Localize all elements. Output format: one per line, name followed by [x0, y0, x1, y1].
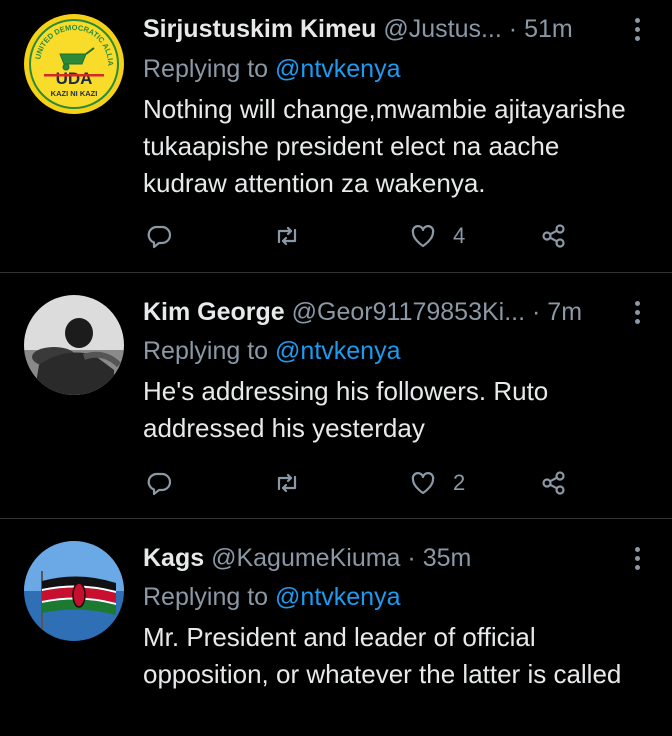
timestamp[interactable]: 51m: [524, 15, 573, 43]
avatar[interactable]: [24, 541, 124, 641]
display-name[interactable]: Sirjustuskim Kimeu: [143, 15, 376, 43]
more-icon[interactable]: [634, 301, 642, 328]
separator-dot: ·: [532, 298, 541, 326]
replying-to-label: Replying to: [143, 583, 276, 611]
share-icon: [542, 224, 565, 248]
user-handle[interactable]: @KagumeKiuma: [211, 544, 400, 572]
separator-dot: ·: [508, 15, 518, 43]
separator-dot: ·: [407, 544, 416, 572]
tweet-actions: 2: [143, 465, 583, 501]
replying-to-label: Replying to: [143, 55, 276, 83]
mention-link[interactable]: @ntvkenya: [275, 337, 400, 365]
tweet[interactable]: UNITED DEMOCRATIC ALLIANCE UDA KAZI NI K…: [0, 0, 672, 272]
tweet-actions: 4: [143, 218, 583, 254]
avatar[interactable]: UNITED DEMOCRATIC ALLIANCE UDA KAZI NI K…: [24, 14, 124, 114]
like-icon: [411, 225, 435, 248]
tweet-text: Mr. President and leader of official opp…: [143, 622, 622, 689]
user-handle[interactable]: @Geor91179853Ki...: [292, 298, 525, 326]
replying-to: Replying to @ntvkenya: [143, 54, 400, 84]
like-icon: [411, 472, 435, 495]
like-button[interactable]: 4: [409, 218, 465, 254]
share-button[interactable]: [540, 218, 568, 254]
replying-to-label: Replying to: [143, 337, 276, 365]
mention-link[interactable]: @ntvkenya: [275, 55, 400, 83]
display-name[interactable]: Kags: [143, 544, 204, 572]
more-icon[interactable]: [634, 18, 642, 45]
share-icon: [542, 471, 565, 495]
tweet-header: Kags @KagumeKiuma · 35m: [143, 543, 612, 573]
timestamp[interactable]: 7m: [547, 298, 582, 326]
retweet-icon: [277, 226, 297, 246]
like-button[interactable]: 2: [409, 465, 465, 501]
svg-text:UDA: UDA: [56, 69, 93, 88]
replying-to: Replying to @ntvkenya: [143, 582, 400, 612]
timestamp[interactable]: 35m: [423, 544, 472, 572]
reply-button[interactable]: [145, 465, 173, 501]
svg-text:KAZI NI KAZI: KAZI NI KAZI: [51, 89, 98, 98]
like-count: 2: [453, 470, 466, 495]
tweet-header: Sirjustuskim Kimeu @Justus... · 51m: [143, 14, 612, 44]
retweet-button[interactable]: [273, 218, 301, 254]
reply-button[interactable]: [145, 218, 173, 254]
reply-feed: UNITED DEMOCRATIC ALLIANCE UDA KAZI NI K…: [0, 0, 672, 736]
reply-icon: [147, 472, 172, 496]
kenya-flag-avatar: [24, 541, 124, 641]
like-count: 4: [453, 223, 466, 248]
retweet-icon: [277, 473, 297, 493]
tweet-header: Kim George @Geor91179853Ki... · 7m: [143, 297, 612, 327]
tweet-text: He's addressing his followers. Ruto addr…: [143, 376, 549, 443]
photo-avatar: [24, 295, 124, 395]
reply-icon: [147, 225, 172, 249]
tweet-text: Nothing will change,mwambie ajitayarishe…: [143, 94, 626, 198]
user-handle[interactable]: @Justus...: [383, 15, 501, 43]
mention-link[interactable]: @ntvkenya: [275, 583, 400, 611]
avatar[interactable]: [24, 295, 124, 395]
tweet[interactable]: Kim George @Geor91179853Ki... · 7m Reply…: [0, 273, 672, 518]
uda-logo-avatar: UNITED DEMOCRATIC ALLIANCE UDA KAZI NI K…: [24, 14, 124, 114]
share-button[interactable]: [540, 465, 568, 501]
retweet-button[interactable]: [273, 465, 301, 501]
replying-to: Replying to @ntvkenya: [143, 336, 400, 366]
tweet[interactable]: Kags @KagumeKiuma · 35m Replying to @ntv…: [0, 519, 672, 736]
more-icon[interactable]: [634, 547, 642, 574]
display-name[interactable]: Kim George: [143, 298, 285, 326]
